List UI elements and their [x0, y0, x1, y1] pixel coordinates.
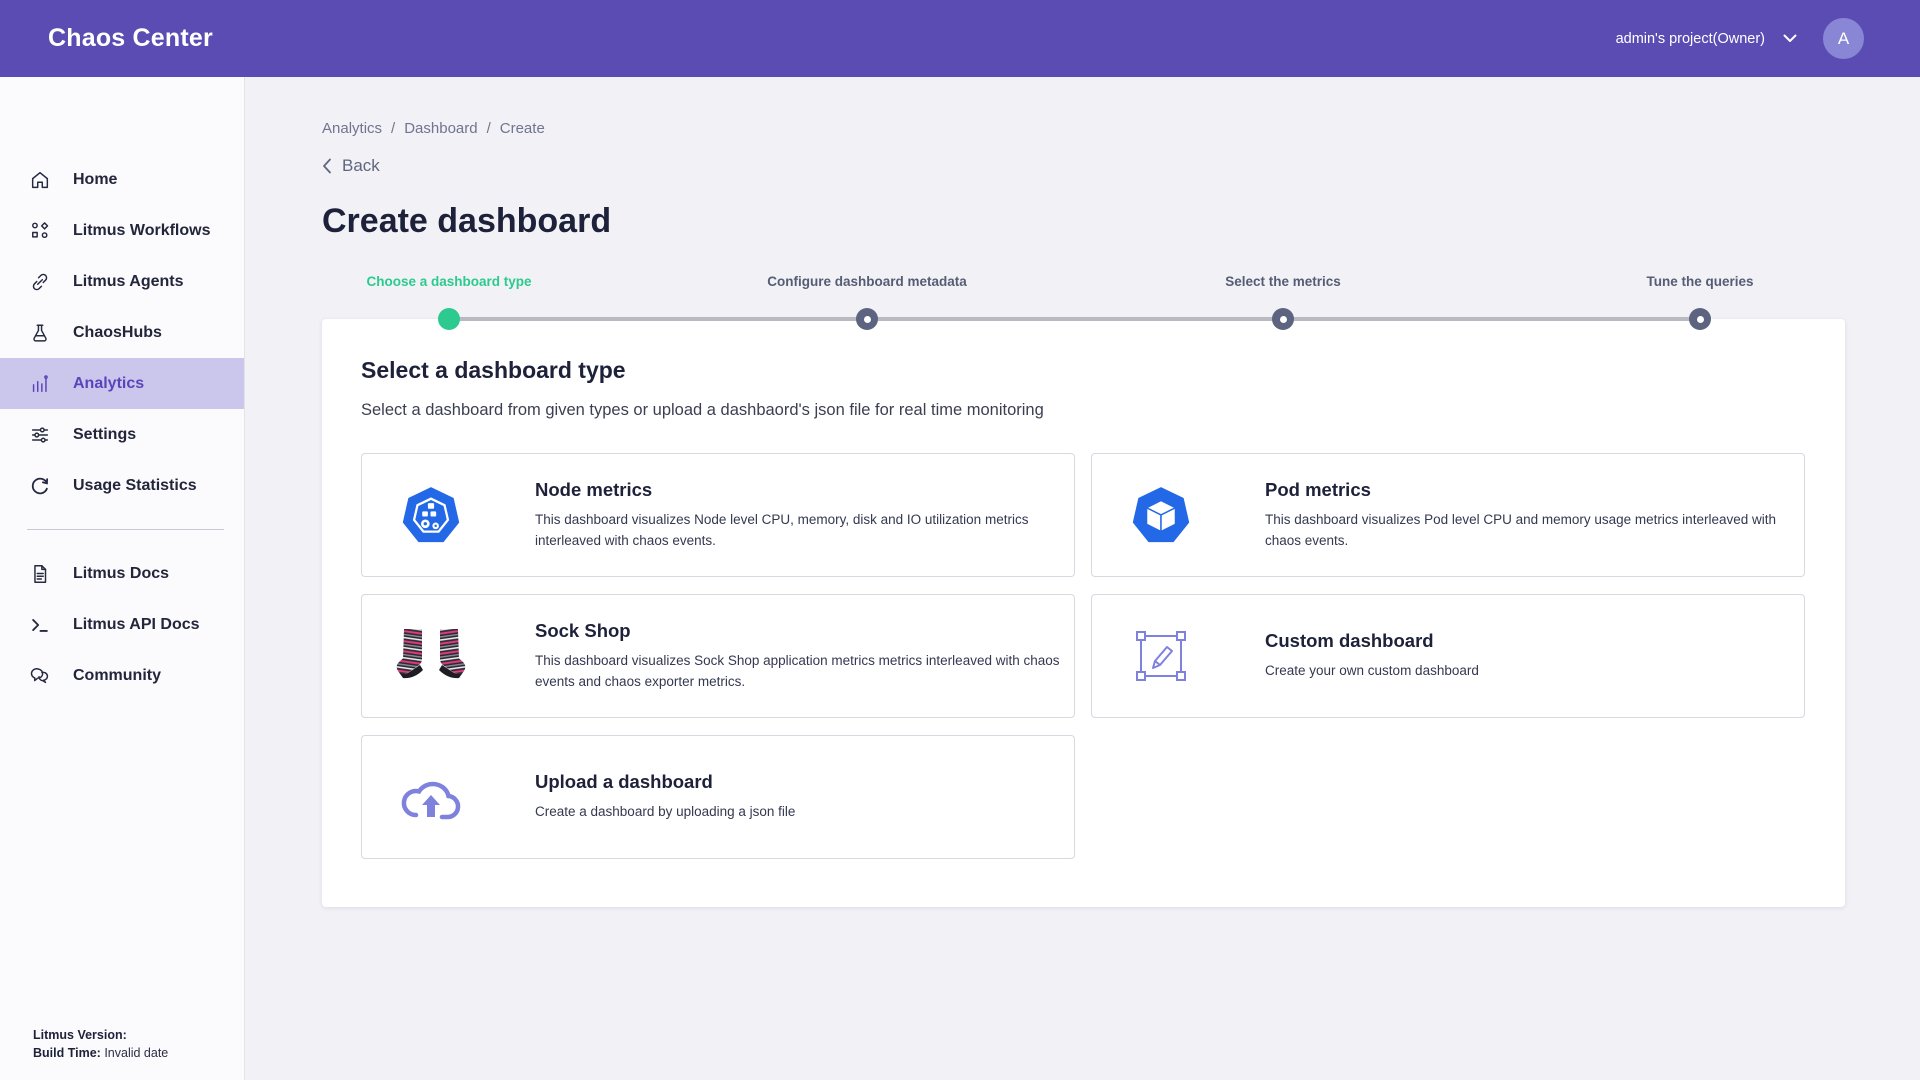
chevron-down-icon — [1783, 34, 1797, 43]
upload-cloud-icon — [392, 771, 470, 823]
page-title: Create dashboard — [322, 200, 1845, 242]
option-description: This dashboard visualizes Node level CPU… — [535, 510, 1074, 551]
sidebar-item-label: Community — [73, 667, 161, 685]
link-icon — [29, 271, 51, 293]
sidebar-item-label: Litmus Workflows — [73, 222, 211, 240]
sidebar-item-label: Litmus Docs — [73, 565, 169, 583]
sidebar-item-label: Litmus API Docs — [73, 616, 200, 634]
flask-icon — [29, 322, 51, 344]
workflows-icon — [29, 220, 51, 242]
sidebar-divider — [27, 529, 224, 530]
stepper-labels: Choose a dashboard type Configure dashbo… — [322, 274, 1845, 291]
sidebar-item-label: Home — [73, 171, 117, 189]
sidebar-item-label: Litmus Agents — [73, 273, 184, 291]
sidebar-item-litmus-workflows[interactable]: Litmus Workflows — [0, 205, 244, 256]
sidebar-item-usage-statistics[interactable]: Usage Statistics — [0, 460, 244, 511]
sidebar: Home Litmus Workflows Litmus Agents Chao… — [0, 77, 245, 1080]
litmus-version-label: Litmus Version: — [33, 1028, 127, 1042]
option-description: This dashboard visualizes Sock Shop appl… — [535, 651, 1074, 692]
sidebar-item-label: Settings — [73, 426, 136, 444]
sidebar-item-community[interactable]: Community — [0, 650, 244, 701]
sidebar-item-label: Analytics — [73, 375, 144, 393]
build-time-label: Build Time: — [33, 1046, 101, 1060]
project-name: admin's project(Owner) — [1616, 31, 1765, 47]
project-selector[interactable]: admin's project(Owner) — [1616, 31, 1797, 47]
step-label-select-metrics: Select the metrics — [1225, 274, 1341, 289]
panel-subtitle: Select a dashboard from given types or u… — [361, 401, 1805, 420]
option-card-node-metrics[interactable]: Node metrics This dashboard visualizes N… — [361, 453, 1075, 577]
panel-title: Select a dashboard type — [361, 357, 1805, 384]
pod-metrics-icon — [1122, 485, 1200, 545]
terminal-icon — [29, 614, 51, 636]
build-time-value: Invalid date — [104, 1046, 168, 1060]
sock-shop-icon — [392, 625, 470, 687]
option-title: Custom dashboard — [1265, 630, 1804, 652]
stepper-track — [322, 307, 1845, 331]
back-label: Back — [342, 156, 380, 176]
avatar[interactable]: A — [1823, 18, 1864, 59]
step-dot-4 — [1689, 308, 1711, 330]
option-card-upload-dashboard[interactable]: Upload a dashboard Create a dashboard by… — [361, 735, 1075, 859]
custom-dashboard-icon — [1122, 628, 1200, 684]
step-dot-2 — [856, 308, 878, 330]
breadcrumb-separator: / — [391, 120, 395, 137]
step-label-choose-type: Choose a dashboard type — [366, 274, 531, 289]
dashboard-type-cards: Node metrics This dashboard visualizes N… — [361, 453, 1805, 859]
breadcrumb-dashboard[interactable]: Dashboard — [404, 120, 477, 137]
sidebar-item-analytics[interactable]: Analytics — [0, 358, 244, 409]
step-label-configure-metadata: Configure dashboard metadata — [767, 274, 967, 289]
sliders-icon — [29, 424, 51, 446]
node-metrics-icon — [392, 485, 470, 545]
step-label-tune-queries: Tune the queries — [1646, 274, 1753, 289]
chevron-left-icon — [322, 158, 332, 174]
breadcrumb-create[interactable]: Create — [500, 120, 545, 137]
breadcrumb: Analytics / Dashboard / Create — [322, 120, 1845, 137]
sidebar-item-home[interactable]: Home — [0, 154, 244, 205]
option-title: Upload a dashboard — [535, 771, 1074, 793]
sidebar-item-label: ChaosHubs — [73, 324, 162, 342]
option-title: Sock Shop — [535, 620, 1074, 642]
option-description: Create your own custom dashboard — [1265, 661, 1804, 681]
option-title: Pod metrics — [1265, 479, 1804, 501]
option-description: Create a dashboard by uploading a json f… — [535, 802, 1074, 822]
option-description: This dashboard visualizes Pod level CPU … — [1265, 510, 1804, 551]
option-card-sock-shop[interactable]: Sock Shop This dashboard visualizes Sock… — [361, 594, 1075, 718]
option-title: Node metrics — [535, 479, 1074, 501]
chat-bubbles-icon — [29, 665, 51, 687]
document-icon — [29, 563, 51, 585]
breadcrumb-separator: / — [487, 120, 491, 137]
home-icon — [29, 169, 51, 191]
sidebar-item-litmus-api-docs[interactable]: Litmus API Docs — [0, 599, 244, 650]
back-button[interactable]: Back — [322, 156, 380, 176]
option-card-pod-metrics[interactable]: Pod metrics This dashboard visualizes Po… — [1091, 453, 1805, 577]
bar-chart-icon — [29, 373, 51, 395]
dashboard-type-panel: Select a dashboard type Select a dashboa… — [322, 319, 1845, 907]
main-content: Analytics / Dashboard / Create Back Crea… — [245, 77, 1920, 1080]
sidebar-item-settings[interactable]: Settings — [0, 409, 244, 460]
stepper-connector-line — [449, 317, 1700, 321]
app-title: Chaos Center — [48, 24, 213, 53]
step-dot-3 — [1272, 308, 1294, 330]
sidebar-item-label: Usage Statistics — [73, 477, 197, 495]
app-header: Chaos Center admin's project(Owner) A — [0, 0, 1920, 77]
refresh-circle-icon — [29, 475, 51, 497]
option-card-custom-dashboard[interactable]: Custom dashboard Create your own custom … — [1091, 594, 1805, 718]
breadcrumb-analytics[interactable]: Analytics — [322, 120, 382, 137]
step-dot-1-active — [438, 308, 460, 330]
sidebar-item-litmus-docs[interactable]: Litmus Docs — [0, 548, 244, 599]
avatar-initial: A — [1838, 29, 1849, 49]
sidebar-item-chaoshubs[interactable]: ChaosHubs — [0, 307, 244, 358]
sidebar-item-litmus-agents[interactable]: Litmus Agents — [0, 256, 244, 307]
sidebar-footer: Litmus Version: Build Time: Invalid date — [33, 1026, 168, 1062]
